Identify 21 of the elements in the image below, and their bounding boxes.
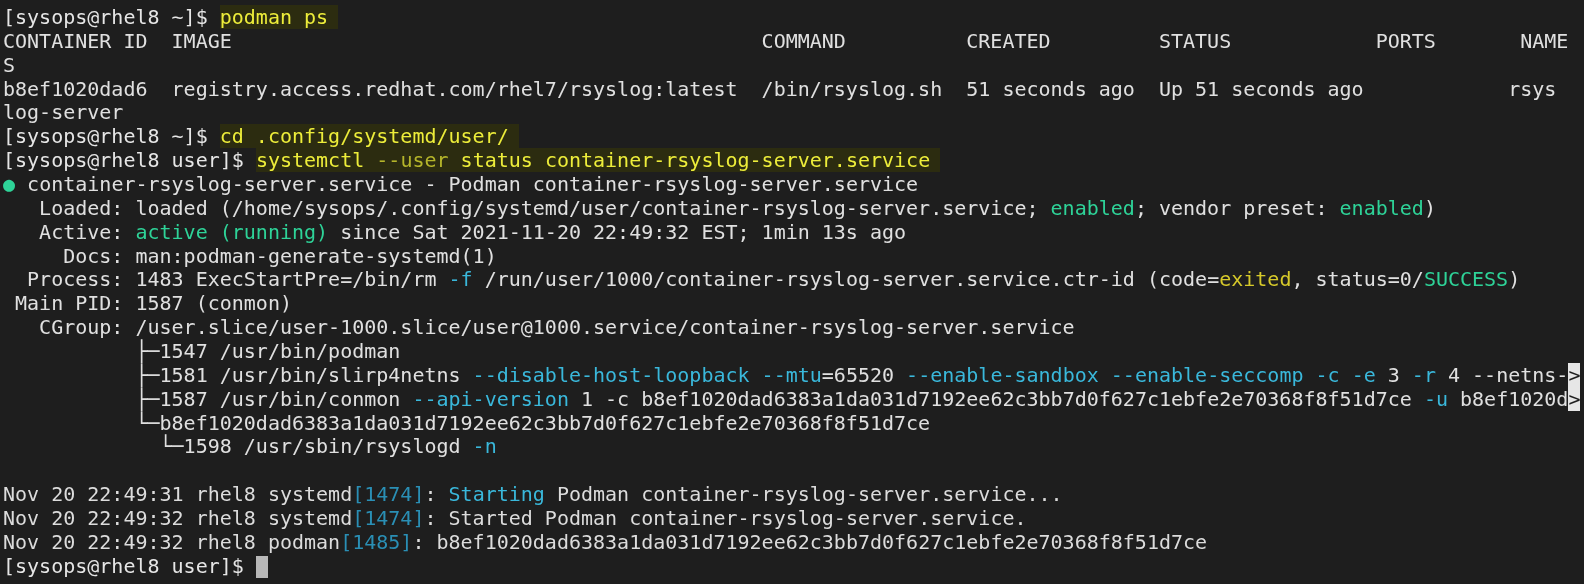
output-line: ├─1581 /usr/bin/slirp4netns --disable-host-loopback --mtu=65520 --enable-sandbox --enable-seccomp -c -e 3 -r 4 --netns-> [134,363,1581,387]
log-line: Nov 20 22:49:32 rhel8 podman[1485]: b8ef1020dad6383a1da031d7192ee62c3bb7d0f627c1ebfe2e70368f8f51d7ce [3,530,1208,555]
output-line: ● container-rsyslog-server.service - Podman container-rsyslog-server.service [3,173,919,197]
output-line: CGroup: /user.slice/user-1000.slice/user@1000.service/container-rsyslog-server.service [38,316,1075,340]
log-line: Nov 20 22:49:31 rhel8 systemd[1474]: Starting Podman container-rsyslog-server.service... [3,483,1063,508]
output-line: ├─1547 /usr/bin/podman [134,340,401,364]
output-line: Docs: man:podman-generate-systemd(1) [62,244,497,269]
command-line: [sysops@rhel8 user]$ [3,554,244,579]
output-line: Main PID: 1587 (conmon) [14,292,292,317]
output-line: Process: 1483 ExecStartPre=/bin/rm -f /run/user/1000/container-rsyslog-server.service.ctr-id (code=exited, status=0/SUCCESS) [26,268,1521,293]
output-line: └─b8ef1020dad6383a1da031d7192ee62c3bb7d0f627c1ebfe2e70368f8f51d7ce [134,411,931,435]
output-line: log-server [3,101,124,126]
log-line: Nov 20 22:49:32 rhel8 systemd[1474]: Started Podman container-rsyslog-server.service. [3,507,1027,531]
command-line: [sysops@rhel8 ~]$ podman ps [3,6,339,30]
output-line: ├─1587 /usr/bin/conmon --api-version 1 -c b8ef1020dad6383a1da031d7192ee62c3bb7d0f627c1ebfe2e70368f8f51d7ce -u b8ef1020d> [134,387,1581,411]
output-line: b8ef1020dad6 registry.access.redhat.com/rhel7/rsyslog:latest /bin/rsyslog.sh 51 seconds ago Up 51 seconds ago rsys [3,77,1557,102]
output-line: Loaded: loaded (/home/sysops/.config/systemd/user/container-rsyslog-server.service; enabled; vendor preset: enabled) [38,196,1436,221]
output-line: └─1598 /usr/sbin/rsyslogd -n [158,435,497,460]
output-line: Active: active (running) since Sat 2021-11-20 22:49:32 EST; 1min 13s ago [38,220,907,245]
output-line: CONTAINER ID IMAGE COMMAND CREATED STATUS PORTS NAME [3,29,1569,54]
output-line: S [3,53,16,78]
